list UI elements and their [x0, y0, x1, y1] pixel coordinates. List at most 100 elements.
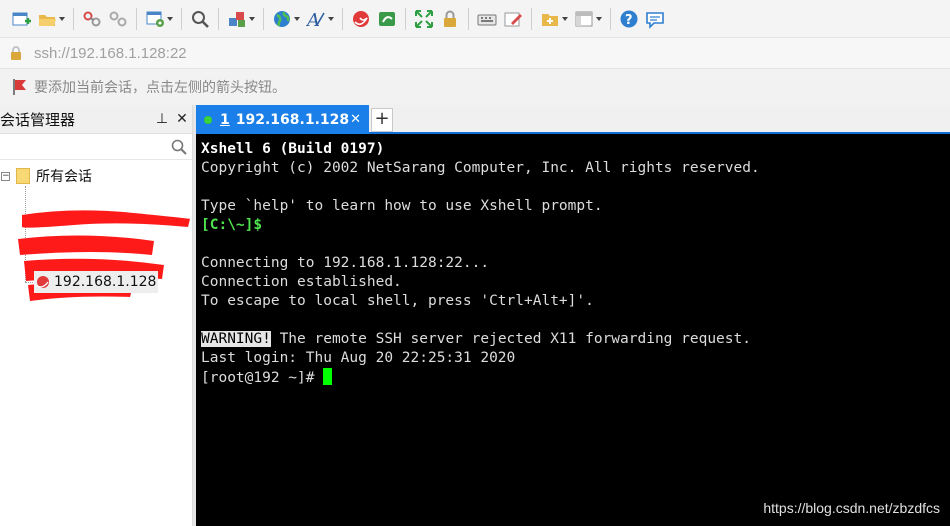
terminal-line: Xshell 6 (Build 0197)	[201, 141, 385, 157]
close-icon[interactable]: ✕	[172, 111, 192, 127]
properties-button[interactable]	[142, 6, 176, 32]
connected-status-icon	[204, 115, 212, 124]
lock-button[interactable]	[437, 6, 463, 32]
new-session-button[interactable]	[8, 6, 34, 32]
layout-icon	[573, 8, 595, 30]
chevron-down-icon[interactable]	[327, 17, 335, 21]
properties-icon	[144, 8, 166, 30]
search-icon[interactable]	[170, 138, 188, 156]
fullscreen-icon	[413, 8, 435, 30]
hint-text: 要添加当前会话，点击左侧的箭头按钮。	[34, 80, 286, 96]
terminal-line: Type `help' to learn how to use Xshell p…	[201, 198, 603, 214]
compose-icon	[502, 8, 524, 30]
terminal-line: [C:\~]$	[201, 217, 263, 233]
add-folder-icon	[539, 8, 561, 30]
svg-text:?: ?	[625, 13, 633, 28]
terminal-output: Xshell 6 (Build 0197) Copyright (c) 2002 …	[201, 140, 950, 330]
toolbar-separator	[531, 7, 532, 30]
address-bar: ssh://192.168.1.128:22	[0, 37, 950, 68]
lock-icon	[11, 46, 21, 60]
warning-tag: WARNING!	[201, 331, 271, 347]
session-manager-title: 会话管理器	[0, 110, 76, 129]
keyboard-icon	[476, 8, 498, 30]
chat-button[interactable]	[642, 6, 668, 32]
chevron-down-icon[interactable]	[166, 17, 174, 21]
xshell-logo-button[interactable]	[348, 6, 374, 32]
terminal-line: Copyright (c) 2002 NetSarang Computer, I…	[201, 160, 760, 176]
xshell-logo-icon	[350, 8, 372, 30]
disconnect-icon	[107, 8, 129, 30]
bookmark-arrow-icon[interactable]	[12, 78, 28, 96]
main-toolbar: A?	[0, 0, 950, 37]
terminal-line: To escape to local shell, press 'Ctrl+Al…	[201, 293, 594, 309]
tab-session[interactable]: 1 192.168.1.128 ✕	[196, 105, 369, 134]
chat-icon	[644, 8, 666, 30]
terminal-line: Connecting to 192.168.1.128:22...	[201, 255, 490, 271]
warning-text: The remote SSH server rejected X11 forwa…	[270, 331, 751, 347]
globe-icon	[271, 8, 293, 30]
transfer-button[interactable]	[224, 6, 258, 32]
add-folder-button[interactable]	[537, 6, 571, 32]
xftp-button[interactable]	[374, 6, 400, 32]
chevron-down-icon[interactable]	[561, 17, 569, 21]
toolbar-separator	[73, 7, 74, 30]
tab-label: 192.168.1.128	[235, 111, 350, 128]
fullscreen-button[interactable]	[411, 6, 437, 32]
help-icon: ?	[618, 8, 640, 30]
tree-item-all-sessions[interactable]: − 所有会话	[0, 166, 92, 186]
address-value: ssh://192.168.1.128:22	[34, 44, 187, 62]
session-search-input[interactable]	[0, 134, 192, 160]
toolbar-separator	[263, 7, 264, 30]
chevron-down-icon[interactable]	[595, 17, 603, 21]
session-manager-panel: 会话管理器 ⊥ ✕ − 所有会话 192.168.1.128	[0, 105, 193, 526]
terminal-prompt-line: [root@192 ~]#	[201, 368, 950, 387]
terminal-warning-line: WARNING! The remote SSH server rejected …	[201, 330, 950, 349]
disconnect-button[interactable]	[105, 6, 131, 32]
connect-button[interactable]	[79, 6, 105, 32]
globe-button[interactable]	[269, 6, 303, 32]
layout-button[interactable]	[571, 6, 605, 32]
text-cursor	[323, 368, 333, 385]
session-manager-header: 会话管理器 ⊥ ✕	[0, 105, 192, 134]
pin-icon[interactable]: ⊥	[152, 111, 172, 127]
terminal-view[interactable]: Xshell 6 (Build 0197) Copyright (c) 2002 …	[196, 134, 950, 526]
tree-item-label: 192.168.1.128	[54, 274, 157, 290]
svg-text:A: A	[306, 10, 320, 29]
toolbar-separator	[468, 7, 469, 30]
watermark-text: https://blog.csdn.net/zbzdfcs	[763, 500, 940, 516]
open-folder-icon	[36, 8, 58, 30]
font-button[interactable]: A	[303, 6, 337, 32]
search-button[interactable]	[187, 6, 213, 32]
folder-icon	[16, 168, 30, 184]
collapse-icon[interactable]: −	[1, 171, 10, 181]
tab-bar: 1 192.168.1.128 ✕ +	[196, 105, 950, 134]
new-session-icon	[10, 8, 32, 30]
chevron-down-icon[interactable]	[58, 17, 66, 21]
toolbar-separator	[136, 7, 137, 30]
xshell-window: A? ssh://192.168.1.128:22 要添加当前会话，点击左侧的箭…	[0, 0, 950, 526]
tree-item-session[interactable]: 192.168.1.128	[34, 271, 159, 293]
xftp-icon	[376, 8, 398, 30]
hint-bar: 要添加当前会话，点击左侧的箭头按钮。	[0, 68, 950, 105]
toolbar-separator	[181, 7, 182, 30]
chevron-down-icon[interactable]	[248, 17, 256, 21]
tab-number: 1	[220, 111, 230, 128]
open-folder-button[interactable]	[34, 6, 68, 32]
toolbar-separator	[405, 7, 406, 30]
toolbar-separator	[610, 7, 611, 30]
tab-close-icon[interactable]: ✕	[350, 112, 361, 127]
keyboard-button[interactable]	[474, 6, 500, 32]
session-icon	[35, 276, 49, 288]
new-tab-button[interactable]: +	[371, 108, 393, 132]
toolbar-separator	[218, 7, 219, 30]
address-field[interactable]: ssh://192.168.1.128:22	[8, 40, 948, 66]
help-button[interactable]: ?	[616, 6, 642, 32]
chevron-down-icon[interactable]	[293, 17, 301, 21]
lock-icon	[439, 8, 461, 30]
connect-icon	[81, 8, 103, 30]
terminal-line: Connection established.	[201, 274, 402, 290]
compose-button[interactable]	[500, 6, 526, 32]
